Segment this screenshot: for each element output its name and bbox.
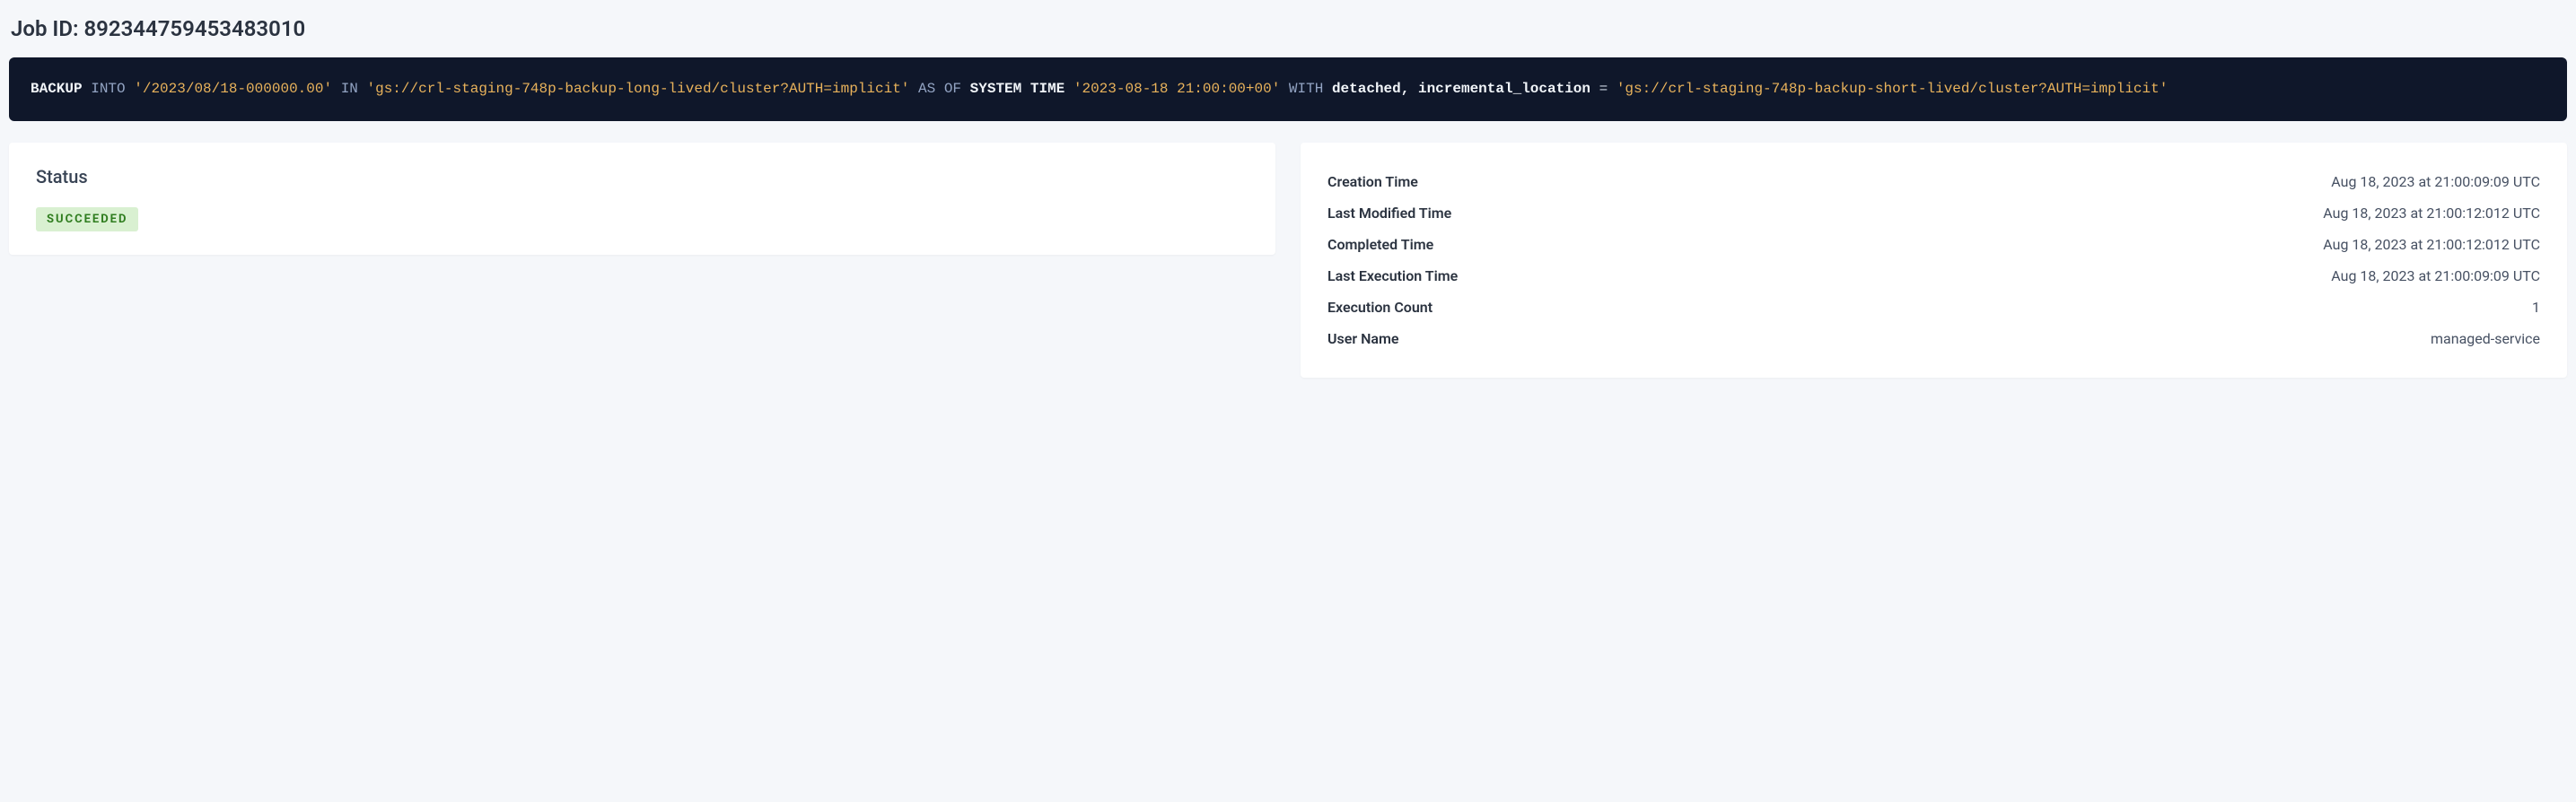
metadata-label: Completed Time bbox=[1327, 236, 1433, 253]
metadata-value: Aug 18, 2023 at 21:00:12:012 UTC bbox=[2323, 236, 2540, 253]
metadata-label: Execution Count bbox=[1327, 299, 1433, 316]
metadata-row: Creation Time Aug 18, 2023 at 21:00:09:0… bbox=[1327, 166, 2540, 197]
sql-token: WITH bbox=[1289, 81, 1323, 97]
metadata-value: Aug 18, 2023 at 21:00:09:09 UTC bbox=[2331, 173, 2540, 190]
status-badge: SUCCEEDED bbox=[36, 207, 138, 231]
metadata-row: Completed Time Aug 18, 2023 at 21:00:12:… bbox=[1327, 229, 2540, 260]
status-heading: Status bbox=[36, 166, 1249, 187]
metadata-value: managed-service bbox=[2431, 330, 2540, 347]
status-card: Status SUCCEEDED bbox=[9, 143, 1275, 255]
metadata-label: Last Modified Time bbox=[1327, 205, 1451, 222]
sql-token: BACKUP bbox=[31, 81, 83, 97]
metadata-row: Last Modified Time Aug 18, 2023 at 21:00… bbox=[1327, 197, 2540, 229]
page-title: Job ID: 892344759453483010 bbox=[11, 16, 2567, 41]
sql-token: , bbox=[1401, 81, 1410, 97]
metadata-label: Last Execution Time bbox=[1327, 267, 1458, 284]
metadata-value: Aug 18, 2023 at 21:00:12:012 UTC bbox=[2323, 205, 2540, 222]
metadata-row: Execution Count 1 bbox=[1327, 292, 2540, 323]
sql-token: AS OF bbox=[918, 81, 961, 97]
sql-token: INTO bbox=[91, 81, 125, 97]
sql-token: incremental_location bbox=[1418, 81, 1590, 97]
metadata-card: Creation Time Aug 18, 2023 at 21:00:09:0… bbox=[1301, 143, 2567, 378]
metadata-label: Creation Time bbox=[1327, 173, 1418, 190]
sql-token: = bbox=[1599, 81, 1608, 97]
metadata-label: User Name bbox=[1327, 330, 1399, 347]
sql-statement-block: BACKUP INTO '/2023/08/18-000000.00' IN '… bbox=[9, 57, 2567, 121]
metadata-value: Aug 18, 2023 at 21:00:09:09 UTC bbox=[2331, 267, 2540, 284]
sql-token: '2023-08-18 21:00:00+00' bbox=[1073, 81, 1280, 97]
metadata-row: User Name managed-service bbox=[1327, 323, 2540, 354]
sql-token: SYSTEM bbox=[970, 81, 1022, 97]
sql-token: 'gs://crl-staging-748p-backup-short-live… bbox=[1617, 81, 2169, 97]
sql-token: detached bbox=[1332, 81, 1401, 97]
metadata-value: 1 bbox=[2532, 299, 2540, 316]
sql-token: IN bbox=[341, 81, 358, 97]
sql-token: '/2023/08/18-000000.00' bbox=[134, 81, 332, 97]
metadata-row: Last Execution Time Aug 18, 2023 at 21:0… bbox=[1327, 260, 2540, 292]
sql-token: TIME bbox=[1030, 81, 1065, 97]
details-panels: Status SUCCEEDED Creation Time Aug 18, 2… bbox=[9, 143, 2567, 378]
sql-token: 'gs://crl-staging-748p-backup-long-lived… bbox=[367, 81, 910, 97]
